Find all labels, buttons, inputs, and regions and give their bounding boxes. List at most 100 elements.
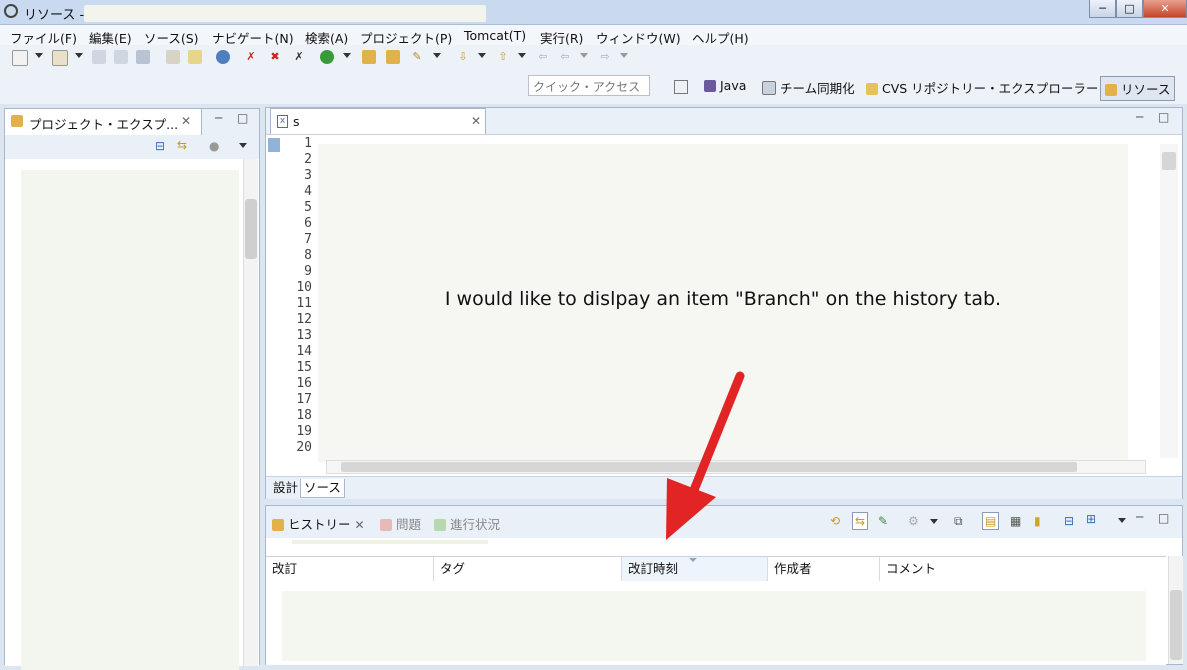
chevron-down-icon[interactable] [75, 53, 83, 58]
project-explorer-panel: プロジェクト・エクスプ... ✕ ─ □ ⊟ ⇆ ● [4, 108, 260, 670]
quick-access-input[interactable]: クイック・アクセス [528, 75, 650, 96]
save-icon[interactable] [92, 50, 106, 64]
collapse-all-icon[interactable]: ⊟ [1064, 514, 1074, 528]
open-perspective-icon[interactable] [674, 80, 688, 94]
chevron-down-icon[interactable] [620, 53, 628, 58]
print-icon[interactable] [136, 50, 150, 64]
tab-progress[interactable]: 進行状況 [434, 514, 500, 533]
perspective-cvs[interactable]: CVS リポジトリー・エクスプローラー [866, 78, 1098, 97]
run-icon[interactable] [320, 50, 334, 64]
tab-source[interactable]: ソース [300, 479, 345, 498]
tree-scrollbar[interactable] [243, 159, 258, 666]
remote-history-icon[interactable]: ▮ [1034, 514, 1041, 528]
save-all-icon[interactable] [114, 50, 128, 64]
maximize-icon[interactable]: □ [1158, 110, 1169, 124]
column-tags[interactable]: タグ [434, 557, 622, 581]
cvs-icon [866, 83, 878, 95]
build-icon[interactable] [166, 50, 180, 64]
perspective-java[interactable]: Java [704, 78, 746, 93]
tab-project-explorer[interactable]: プロジェクト・エクスプ... ✕ [5, 109, 202, 135]
back-icon[interactable]: ⇦ [558, 50, 572, 64]
collapse-all-icon[interactable]: ⊟ [155, 139, 165, 153]
minimize-button[interactable]: ─ [1089, 0, 1116, 18]
editor-tab[interactable]: x s ✕ [270, 108, 486, 134]
project-tree[interactable] [5, 159, 259, 670]
tomcat-start-icon[interactable]: ✗ [244, 50, 258, 64]
history-scrollbar[interactable] [1168, 556, 1183, 664]
line-number: 19 [296, 424, 312, 439]
scrollbar-thumb[interactable] [245, 199, 257, 259]
new-icon[interactable] [12, 50, 28, 66]
tomcat-restart-icon[interactable]: ✗ [292, 50, 306, 64]
main-toolbar: ✗ ✖ ✗ ✎ ⇩ ⇧ ⇦ ⇦ ⇨ [0, 45, 1187, 73]
line-number: 2 [304, 152, 312, 167]
open-resource-icon[interactable] [386, 50, 400, 64]
history-rows-redacted [282, 591, 1146, 661]
menu-tomcat[interactable]: Tomcat(T) [464, 28, 526, 43]
new-folder-icon[interactable] [52, 50, 68, 66]
editor-vertical-scrollbar[interactable] [1160, 144, 1178, 458]
tomcat-stop-icon[interactable]: ✖ [268, 50, 282, 64]
history-subheader [266, 538, 1182, 556]
pin-icon[interactable]: ✎ [878, 514, 888, 528]
next-annotation-icon[interactable]: ⇩ [456, 50, 470, 64]
line-number: 11 [296, 296, 312, 311]
tab-problems[interactable]: 問題 [380, 514, 421, 533]
debug-icon[interactable] [216, 50, 230, 64]
chevron-down-icon[interactable] [433, 53, 441, 58]
close-icon[interactable]: ✕ [181, 114, 191, 128]
compare-icon[interactable]: ⧉ [954, 514, 963, 529]
view-menu-icon[interactable]: ● [209, 139, 219, 153]
layout-icon[interactable]: ⊞ [1086, 512, 1096, 526]
line-number: 4 [304, 184, 312, 199]
maximize-icon[interactable]: □ [1158, 511, 1169, 525]
chevron-down-icon[interactable] [343, 53, 351, 58]
chevron-down-icon[interactable] [1118, 518, 1126, 523]
folder-icon [11, 115, 23, 127]
chevron-down-icon[interactable] [478, 53, 486, 58]
minimize-icon[interactable]: ─ [215, 111, 222, 125]
maximize-button[interactable]: □ [1116, 0, 1143, 18]
perspective-resource[interactable]: リソース [1100, 76, 1176, 101]
local-history-icon[interactable]: ▤ [982, 512, 1000, 530]
last-edit-icon[interactable]: ⇦ [536, 50, 550, 64]
refresh-icon[interactable]: ⟲ [830, 514, 840, 528]
scrollbar-thumb[interactable] [1170, 590, 1182, 660]
window-title: リソース - [24, 8, 85, 23]
column-author[interactable]: 作成者 [768, 557, 880, 581]
column-revision[interactable]: 改訂 [266, 557, 434, 581]
close-icon[interactable]: ✕ [471, 114, 481, 128]
maximize-icon[interactable]: □ [237, 111, 248, 125]
chevron-down-icon[interactable] [518, 53, 526, 58]
history-filter-redacted [292, 540, 488, 544]
close-button[interactable]: ✕ [1143, 0, 1187, 18]
link-editor-icon[interactable]: ⇆ [852, 512, 869, 530]
chevron-down-icon[interactable] [35, 53, 43, 58]
line-number: 7 [304, 232, 312, 247]
chevron-down-icon[interactable] [930, 519, 938, 524]
minimize-icon[interactable]: ─ [1136, 510, 1143, 524]
problems-icon [380, 519, 392, 531]
chevron-down-icon[interactable] [580, 53, 588, 58]
history-table-body[interactable] [266, 581, 1166, 665]
minimize-icon[interactable]: ─ [1136, 110, 1143, 124]
scrollbar-thumb[interactable] [1162, 152, 1176, 170]
chevron-down-icon[interactable] [239, 143, 247, 148]
forward-icon[interactable]: ⇨ [598, 50, 612, 64]
editor-horizontal-scrollbar[interactable] [326, 460, 1146, 474]
link-editor-icon[interactable]: ⇆ [177, 138, 187, 152]
perspective-team-sync[interactable]: チーム同期化 [762, 78, 855, 97]
line-number-ruler: 1 2 3 4 5 6 7 8 9 10 11 12 13 14 15 16 1… [272, 136, 312, 456]
tab-history[interactable]: ヒストリー ✕ [272, 514, 365, 533]
build-all-icon[interactable] [188, 50, 202, 64]
close-icon[interactable]: ✕ [355, 518, 365, 532]
tab-design[interactable]: 設計 [270, 479, 301, 497]
pencil-icon[interactable]: ✎ [410, 50, 424, 64]
column-comment[interactable]: コメント [880, 557, 1166, 581]
scrollbar-thumb[interactable] [341, 462, 1077, 472]
prev-annotation-icon[interactable]: ⇧ [496, 50, 510, 64]
history-icon [272, 519, 284, 531]
open-type-icon[interactable] [362, 50, 376, 64]
table-icon[interactable]: ▦ [1010, 514, 1021, 528]
group-icon[interactable]: ⚙ [908, 514, 919, 528]
